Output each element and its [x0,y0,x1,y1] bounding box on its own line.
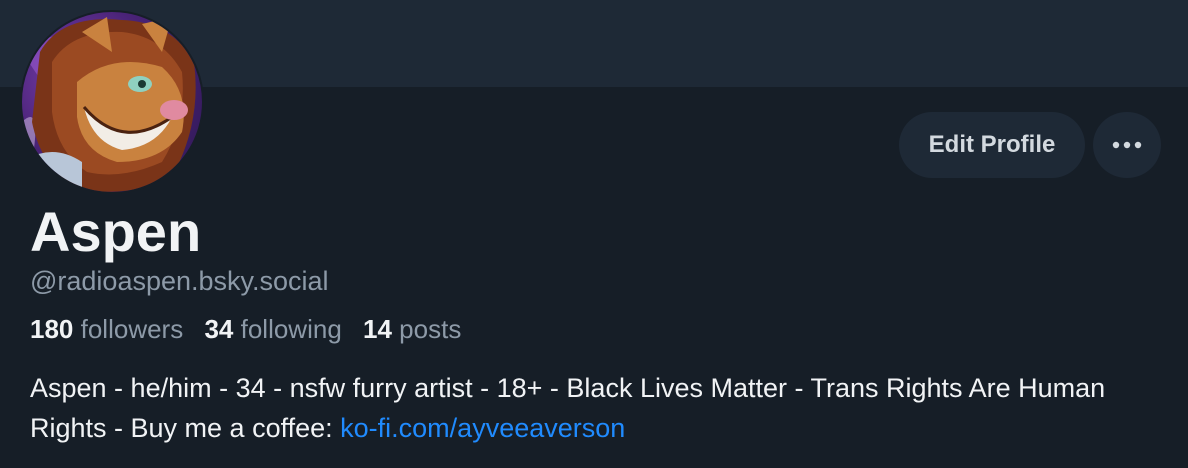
profile-bio: Aspen - he/him - 34 - nsfw furry artist … [30,368,1170,448]
followers-link[interactable]: 180 followers [30,314,183,344]
profile-handle: @radioaspen.bsky.social [30,266,329,296]
followers-label: followers [80,314,184,344]
profile-stats: 180 followers 34 following 14 posts [30,312,475,346]
avatar-illustration [22,17,196,192]
edit-profile-button[interactable]: Edit Profile [899,112,1085,178]
followers-count: 180 [30,314,74,344]
edit-profile-label: Edit Profile [928,131,1056,158]
posts-label: posts [399,314,462,344]
following-count: 34 [204,314,234,344]
more-options-button[interactable] [1093,112,1161,178]
avatar[interactable] [20,10,204,194]
posts-count: 14 [363,314,392,344]
display-name: Aspen [30,200,202,263]
following-link[interactable]: 34 following [204,314,341,344]
bio-link[interactable]: ko-fi.com/ayveeaverson [340,413,625,443]
ellipsis-icon [1112,141,1142,149]
following-label: following [240,314,342,344]
posts-count-stat: 14 posts [363,314,461,344]
